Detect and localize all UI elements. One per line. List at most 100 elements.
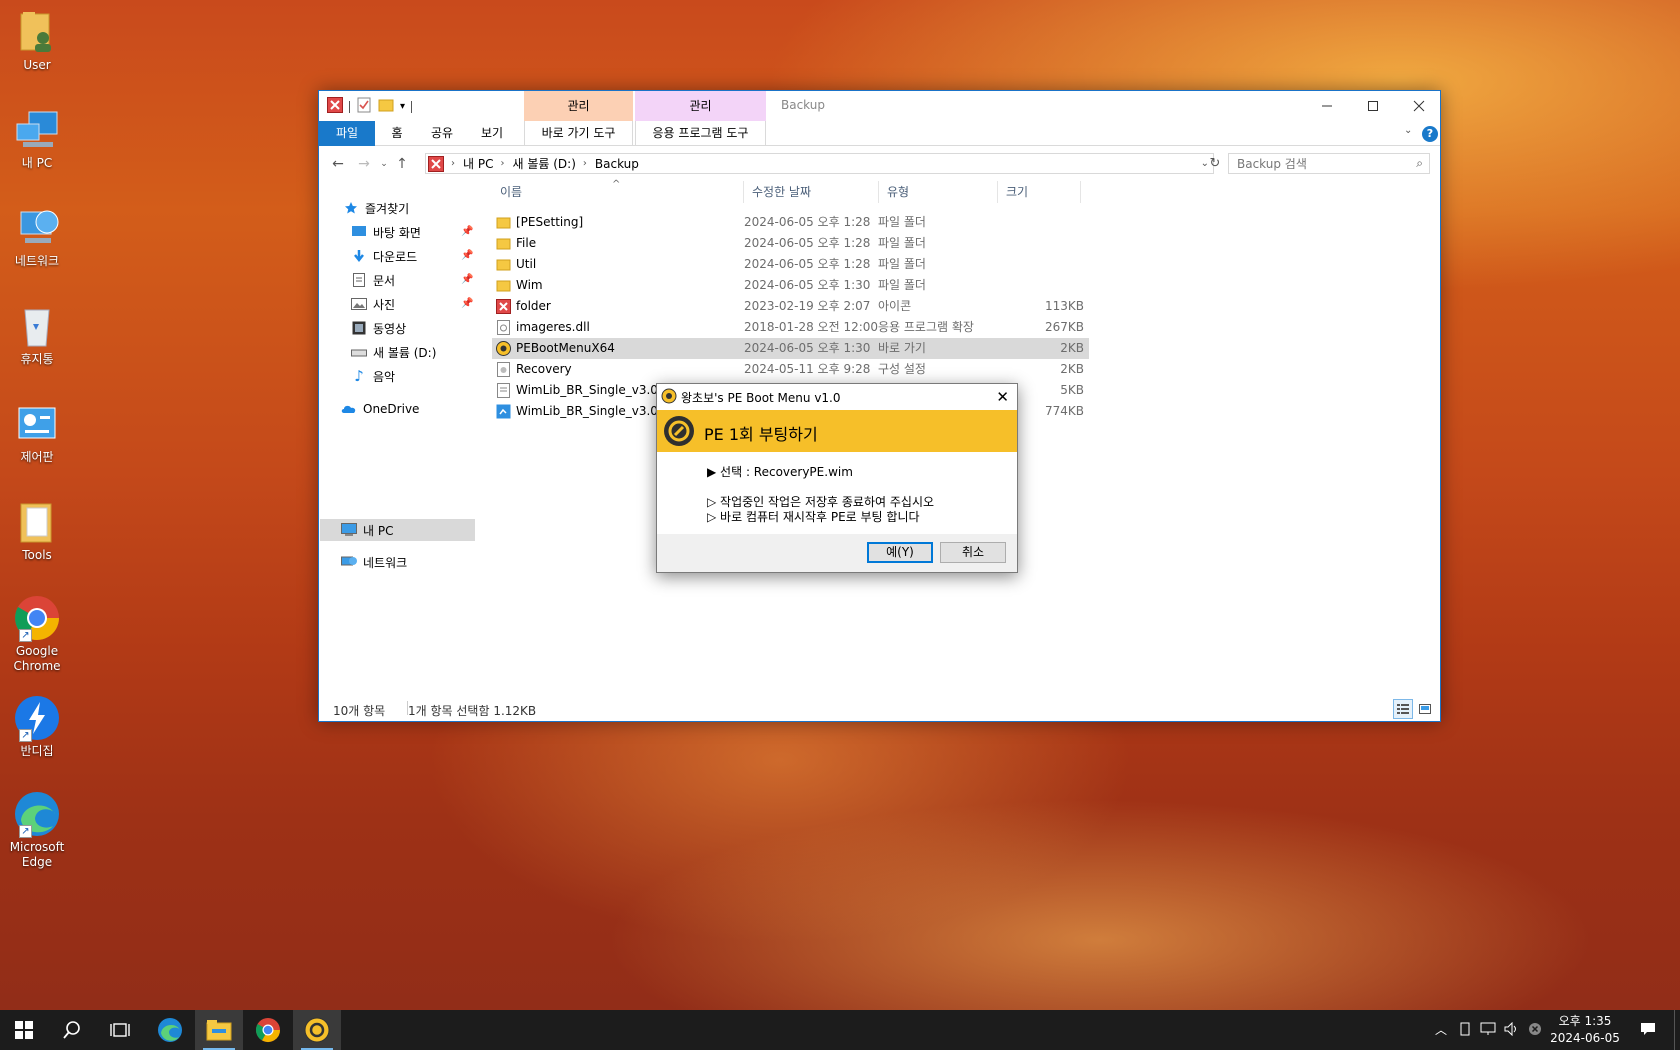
nav-item-documents[interactable]: 문서 <box>351 269 395 291</box>
dialog-body: ▶ 선택 : RecoveryPE.wim ▷ 작업중인 작업은 저장후 종료하… <box>657 452 1017 534</box>
file-row[interactable]: folder 2023-02-19 오후 2:07 아이콘 113KB <box>492 296 1089 317</box>
device-tray-icon[interactable] <box>1457 1022 1473 1038</box>
star-icon <box>343 200 359 216</box>
up-arrow-icon[interactable]: ↑ <box>393 155 411 173</box>
column-header-date[interactable]: 수정한 날짜 <box>744 181 878 203</box>
network-tray-icon[interactable] <box>1480 1022 1496 1038</box>
taskbar-chrome[interactable] <box>244 1010 292 1050</box>
taskbar-pe-boot-menu[interactable] <box>293 1010 341 1050</box>
file-row[interactable]: [PESetting] 2024-06-05 오후 1:28 파일 폴더 <box>492 212 1089 233</box>
nav-item-music[interactable]: ♪ 음악 <box>351 365 395 387</box>
breadcrumb-separator-icon[interactable]: › <box>583 158 587 169</box>
cancel-button[interactable]: 취소 <box>940 542 1006 563</box>
file-date: 2018-01-28 오전 12:00 <box>744 320 879 334</box>
action-center-icon[interactable] <box>1640 1022 1656 1038</box>
edge-icon <box>158 1018 182 1042</box>
taskbar: ︿ 오후 1:35 2024-06-05 <box>0 1010 1680 1050</box>
help-icon[interactable]: ? <box>1422 126 1438 142</box>
file-date: 2024-06-05 오후 1:28 <box>744 236 871 250</box>
address-box[interactable]: › 내 PC › 새 볼륨 (D:) › Backup ⌄ <box>425 153 1214 174</box>
breadcrumb-separator-icon[interactable]: › <box>451 158 455 169</box>
nav-item-downloads[interactable]: 다운로드 <box>351 245 417 267</box>
window-title: Backup <box>781 98 825 112</box>
nav-item-volume-d[interactable]: 새 볼륨 (D:) <box>351 341 436 363</box>
show-desktop-button[interactable] <box>1674 1010 1675 1050</box>
details-view-icon[interactable] <box>1393 699 1413 719</box>
file-row[interactable]: Recovery 2024-05-11 오후 9:28 구성 설정 2KB <box>492 359 1089 380</box>
desktop-icon-tools[interactable]: Tools <box>4 498 70 563</box>
breadcrumb-volume-d[interactable]: 새 볼륨 (D:) <box>512 155 575 172</box>
computer-icon <box>341 522 357 538</box>
quick-access-toolbar: ▾ <box>327 97 413 116</box>
file-row[interactable]: File 2024-06-05 오후 1:28 파일 폴더 <box>492 233 1089 254</box>
nav-label: 바탕 화면 <box>373 225 421 240</box>
file-row[interactable]: imageres.dll 2018-01-28 오전 12:00 응용 프로그램… <box>492 317 1089 338</box>
file-row[interactable]: Wim 2024-06-05 오후 1:30 파일 폴더 <box>492 275 1089 296</box>
properties-icon[interactable] <box>356 97 372 116</box>
yes-button[interactable]: 예(Y) <box>867 542 933 563</box>
volume-icon[interactable] <box>1504 1021 1520 1038</box>
nav-item-network[interactable]: 네트워크 <box>341 551 407 573</box>
windows-logo-icon <box>15 1021 33 1039</box>
column-divider[interactable] <box>1080 181 1081 203</box>
breadcrumb-separator-icon[interactable]: › <box>500 158 504 169</box>
user-folder-icon <box>13 8 61 56</box>
start-button[interactable] <box>0 1010 48 1050</box>
app-logo-icon <box>661 388 677 407</box>
minimize-button[interactable] <box>1304 91 1350 121</box>
taskbar-edge[interactable] <box>146 1010 194 1050</box>
back-arrow-icon[interactable]: ← <box>329 155 347 173</box>
dialog-close-icon[interactable]: ✕ <box>996 388 1009 406</box>
desktop-icon-microsoft-edge[interactable]: ↗ Microsoft Edge <box>4 790 70 870</box>
nav-item-onedrive[interactable]: OneDrive <box>341 398 419 420</box>
desktop-icon-user[interactable]: User <box>4 8 70 73</box>
column-header-type[interactable]: 유형 <box>879 181 997 203</box>
tab-file[interactable]: 파일 <box>319 121 375 146</box>
pin-icon: 📌 <box>461 250 474 261</box>
network-icon <box>13 204 61 252</box>
nav-quick-access[interactable]: 즐겨찾기 <box>343 197 409 219</box>
notification-error-icon[interactable] <box>1527 1022 1543 1038</box>
file-size: 267KB <box>1044 320 1084 334</box>
desktop-icon-recycle-bin[interactable]: 휴지통 <box>4 302 70 367</box>
file-date: 2024-06-05 오후 1:30 <box>744 278 871 292</box>
system-clock[interactable]: 오후 1:35 2024-06-05 <box>1550 1013 1620 1047</box>
tab-home[interactable]: 홈 <box>377 121 417 146</box>
tab-share[interactable]: 공유 <box>419 121 465 146</box>
tab-view[interactable]: 보기 <box>469 121 515 146</box>
column-header-size[interactable]: 크기 <box>998 181 1080 203</box>
breadcrumb-this-pc[interactable]: 내 PC <box>463 155 493 172</box>
column-header-name[interactable]: 이름 ^ <box>492 179 744 203</box>
nav-item-pictures[interactable]: 사진 <box>351 293 395 315</box>
search-input[interactable]: Backup 검색 ⌕ <box>1228 153 1430 174</box>
search-button[interactable] <box>48 1010 96 1050</box>
music-icon: ♪ <box>354 367 364 385</box>
breadcrumb-backup[interactable]: Backup <box>595 157 639 171</box>
file-row-selected[interactable]: PEBootMenuX64 2024-06-05 오후 1:30 바로 가기 2… <box>492 338 1089 359</box>
new-folder-icon[interactable] <box>378 97 394 116</box>
nav-item-videos[interactable]: 동영상 <box>351 317 406 339</box>
nav-item-desktop[interactable]: 바탕 화면 <box>351 221 421 243</box>
search-icon[interactable]: ⌕ <box>1416 156 1423 171</box>
file-row[interactable]: Util 2024-06-05 오후 1:28 파일 폴더 <box>492 254 1089 275</box>
location-icon <box>428 155 444 172</box>
expand-ribbon-icon[interactable]: ⌄ <box>1404 125 1412 136</box>
taskbar-file-explorer[interactable] <box>195 1010 243 1050</box>
refresh-icon[interactable]: ↻ <box>1206 155 1224 173</box>
large-icons-view-icon[interactable] <box>1417 701 1433 717</box>
show-hidden-icons-chevron-icon[interactable]: ︿ <box>1433 1022 1449 1038</box>
desktop-icon-control-panel[interactable]: 제어판 <box>4 400 70 465</box>
maximize-button[interactable] <box>1350 91 1396 121</box>
customize-qat-icon[interactable]: ▾ <box>400 101 405 112</box>
task-view-button[interactable] <box>96 1010 144 1050</box>
close-button[interactable] <box>1396 91 1442 121</box>
recent-locations-chevron-icon[interactable]: ⌄ <box>375 155 393 173</box>
desktop-icon-bandizip[interactable]: ↗ 반디집 <box>4 694 70 759</box>
dialog-banner-text: PE 1회 부팅하기 <box>704 425 818 444</box>
desktop-icon-network[interactable]: 네트워크 <box>4 204 70 269</box>
desktop-icon-google-chrome[interactable]: ↗ Google Chrome <box>4 594 70 674</box>
forward-arrow-icon[interactable]: → <box>355 155 373 173</box>
desktop-icon-this-pc[interactable]: 내 PC <box>4 106 70 171</box>
nav-item-this-pc[interactable]: 내 PC <box>341 519 393 541</box>
nav-label: OneDrive <box>363 402 420 416</box>
